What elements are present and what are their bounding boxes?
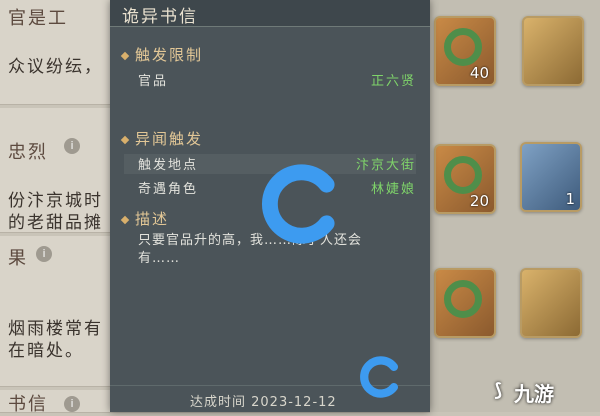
entry-text: 在暗处。 xyxy=(8,341,84,361)
diamond-icon xyxy=(120,51,130,61)
section-title-trigger-limit: 触发限制 xyxy=(120,44,203,65)
completion-time: 达成时间 2023-12-12 xyxy=(190,395,337,410)
reward-count: 40 xyxy=(469,64,489,82)
brand-mark-icon: ⟆ xyxy=(494,380,503,401)
row-value: 正六贤 xyxy=(370,74,416,89)
reward-count: 20 xyxy=(469,192,489,210)
diamond-icon xyxy=(120,215,130,225)
row-value: 林婕娘 xyxy=(370,182,416,197)
jade-ring-icon xyxy=(444,280,482,318)
entry-title: 书信 xyxy=(8,394,48,415)
brand-watermark-text: 九游 xyxy=(514,382,554,406)
watermark-logo-icon xyxy=(261,164,335,244)
entry-title: 果 xyxy=(8,248,28,269)
entry-title: 官是工 xyxy=(8,8,68,29)
diamond-icon xyxy=(120,135,130,145)
reward-kite-tile[interactable]: 1 xyxy=(520,142,582,212)
reward-medallion-tile[interactable] xyxy=(520,268,582,338)
row-key: 官品 xyxy=(138,74,169,89)
reward-character-tile[interactable] xyxy=(522,16,584,86)
entry-text: 众议纷纭， xyxy=(8,57,103,77)
info-icon[interactable]: i xyxy=(36,246,52,262)
panel-header: 诡异书信 xyxy=(110,0,430,27)
reward-count: 1 xyxy=(565,190,575,208)
reward-jade-ring-tile[interactable]: 20 xyxy=(434,144,496,214)
reward-column: 40 20 1 xyxy=(430,0,600,412)
reward-jade-ring-tile[interactable]: 40 xyxy=(434,16,496,86)
reward-jade-ring-tile[interactable] xyxy=(434,268,496,338)
condition-row-rank: 官品 正六贤 xyxy=(124,70,416,90)
row-key: 奇遇角色 xyxy=(138,182,199,197)
info-icon[interactable]: i xyxy=(64,396,80,412)
row-value: 汴京大街 xyxy=(355,158,416,173)
watermark-logo-small-icon xyxy=(360,356,399,398)
section-title-trigger: 异闻触发 xyxy=(120,128,203,149)
jade-ring-icon xyxy=(444,28,482,66)
row-key: 触发地点 xyxy=(138,158,199,173)
panel-title: 诡异书信 xyxy=(122,7,198,27)
entry-text: 的老甜品摊 xyxy=(8,213,103,233)
section-title-description: 描述 xyxy=(120,208,169,229)
entry-title: 忠烈 xyxy=(8,142,48,163)
info-icon[interactable]: i xyxy=(64,138,80,154)
jade-ring-icon xyxy=(444,156,482,194)
